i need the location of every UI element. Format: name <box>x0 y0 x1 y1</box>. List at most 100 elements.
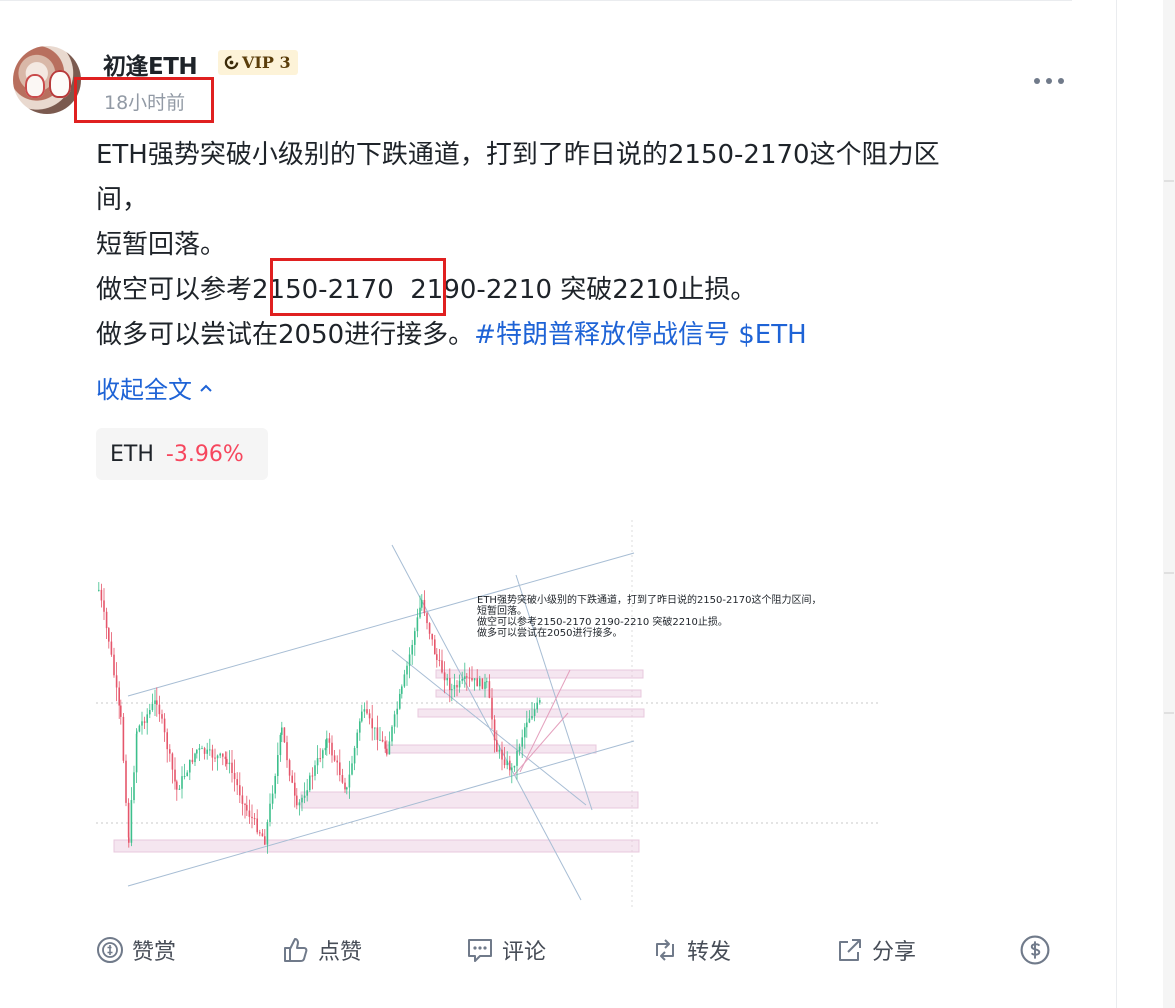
chart-candle-body <box>261 833 264 837</box>
chart-candle-body <box>524 727 526 738</box>
chart-candle-body <box>241 795 244 804</box>
chart-candle-body <box>384 741 386 749</box>
chart-candle-body <box>224 756 227 759</box>
chart-candle-body <box>386 748 388 755</box>
chart-candle-body <box>431 633 433 640</box>
tip-button[interactable]: 赞赏 <box>96 928 176 972</box>
chart-candle-body <box>246 804 248 811</box>
share-button[interactable]: 分享 <box>836 928 916 972</box>
chart-candle-body <box>324 747 327 751</box>
ticker-chip[interactable]: ETH -3.96% <box>96 428 268 480</box>
chart-zone <box>113 839 640 853</box>
collapse-button[interactable]: 收起全文 <box>96 370 214 405</box>
chart-candle-body <box>391 726 393 742</box>
chart-candle-body <box>539 700 541 703</box>
chart-candle-body <box>283 727 286 743</box>
chart-candle-body <box>414 631 416 645</box>
chart-candle-body <box>446 678 448 681</box>
chart-candle-body <box>103 600 105 612</box>
chart-candle-body <box>496 740 498 752</box>
chart-candle-body <box>143 721 146 723</box>
more-options-button[interactable] <box>1034 70 1074 92</box>
chart-candle-body <box>231 762 233 773</box>
chart-candle-body <box>108 628 110 642</box>
chart-candle-body <box>189 759 191 773</box>
comment-button[interactable]: 评论 <box>466 928 546 972</box>
chart-candle-body <box>434 639 436 655</box>
chart-candle-body <box>443 672 446 681</box>
chart-image[interactable] <box>96 520 880 910</box>
post-text: 2190-2210 突破2210止损。 <box>393 275 757 305</box>
chart-candle-body <box>274 776 276 794</box>
scrollbar[interactable] <box>1163 0 1175 1008</box>
chart-candle-body <box>531 715 533 719</box>
post-body: ETH强势突破小级别的下跌通道，打到了昨日说的2150-2170这个阻力区 间，… <box>96 133 1076 358</box>
chart-candle-body <box>146 714 148 723</box>
chart-candle-body <box>356 732 358 749</box>
chevron-up-icon <box>200 384 212 392</box>
chart-candle-body <box>161 714 163 719</box>
scrollbar-tick <box>1164 712 1174 714</box>
top-divider <box>0 0 1072 1</box>
chart-candle-body <box>206 749 208 754</box>
cashtag-link[interactable]: $ETH <box>738 320 806 350</box>
chart-candle-body <box>341 775 344 783</box>
chart-candle-body <box>233 772 236 780</box>
chart-candle-body <box>501 749 503 760</box>
chart-candle-body <box>133 772 135 801</box>
chart-candle-body <box>156 700 158 705</box>
chart-candle-body <box>396 708 398 715</box>
chart-candle-body <box>266 822 269 845</box>
chart-candle-body <box>361 711 363 722</box>
chart-candle-body <box>136 731 138 734</box>
collapse-label: 收起全文 <box>96 376 192 404</box>
repost-icon <box>656 939 674 961</box>
chart-candle-body <box>281 727 283 735</box>
chart-candle-body <box>416 617 419 632</box>
chart-candle-body <box>248 810 251 817</box>
ticker-symbol: ETH <box>110 441 154 467</box>
chart-candle-body <box>488 681 491 698</box>
chart-candle-body <box>426 613 428 624</box>
range-highlight-box <box>270 258 446 316</box>
avatar-figure <box>49 70 71 98</box>
post-line: ETH强势突破小级别的下跌通道，打到了昨日说的2150-2170这个阻力区 <box>96 140 940 170</box>
dollar-tip-button[interactable] <box>1020 928 1050 972</box>
vip-label: VIP 3 <box>242 53 291 72</box>
chart-candle-body <box>486 681 488 683</box>
chart-candle-body <box>441 660 443 673</box>
like-button[interactable]: 点赞 <box>282 928 362 972</box>
chart-candle-body <box>194 753 196 763</box>
chart-candle-body <box>419 607 421 618</box>
chart-candle-body <box>214 757 216 759</box>
chart-candle-body <box>216 755 219 759</box>
more-dot-icon <box>1046 78 1052 84</box>
chart-candle-body <box>363 709 366 712</box>
vip-badge: VIP 3 <box>218 50 298 75</box>
chart-candle-body <box>219 753 221 756</box>
chart-candle-body <box>309 775 311 791</box>
repost-button[interactable]: 转发 <box>651 928 731 972</box>
chart-candle-body <box>379 739 381 741</box>
chart-candle-body <box>181 776 183 789</box>
chart-candle-body <box>122 716 125 761</box>
repost-label: 转发 <box>687 940 732 965</box>
action-bar: 赞赏 点赞 评论 转发 分享 <box>0 928 1100 972</box>
avatar-figure <box>25 74 45 98</box>
chart-candle-body <box>491 697 493 720</box>
chart-candle-body <box>353 748 356 764</box>
chart-candle-body <box>381 739 384 742</box>
chart-candle-body <box>236 779 238 786</box>
chart-candle-body <box>339 762 341 776</box>
chart-candle-body <box>203 748 206 754</box>
hashtag-link[interactable]: #特朗普释放停战信号 <box>474 320 730 350</box>
chart-candle-body <box>374 727 376 729</box>
chart-candle-body <box>120 705 122 717</box>
post-line: 做多可以尝试在2050进行接多。#特朗普释放停战信号 $ETH <box>96 313 1076 358</box>
chart-trend-line <box>127 740 635 887</box>
chart-candle-body <box>198 748 201 750</box>
author-name[interactable]: 初逢ETH <box>103 47 198 81</box>
chart-candle-body <box>294 782 296 796</box>
avatar[interactable] <box>13 46 81 114</box>
comment-icon <box>468 939 492 962</box>
